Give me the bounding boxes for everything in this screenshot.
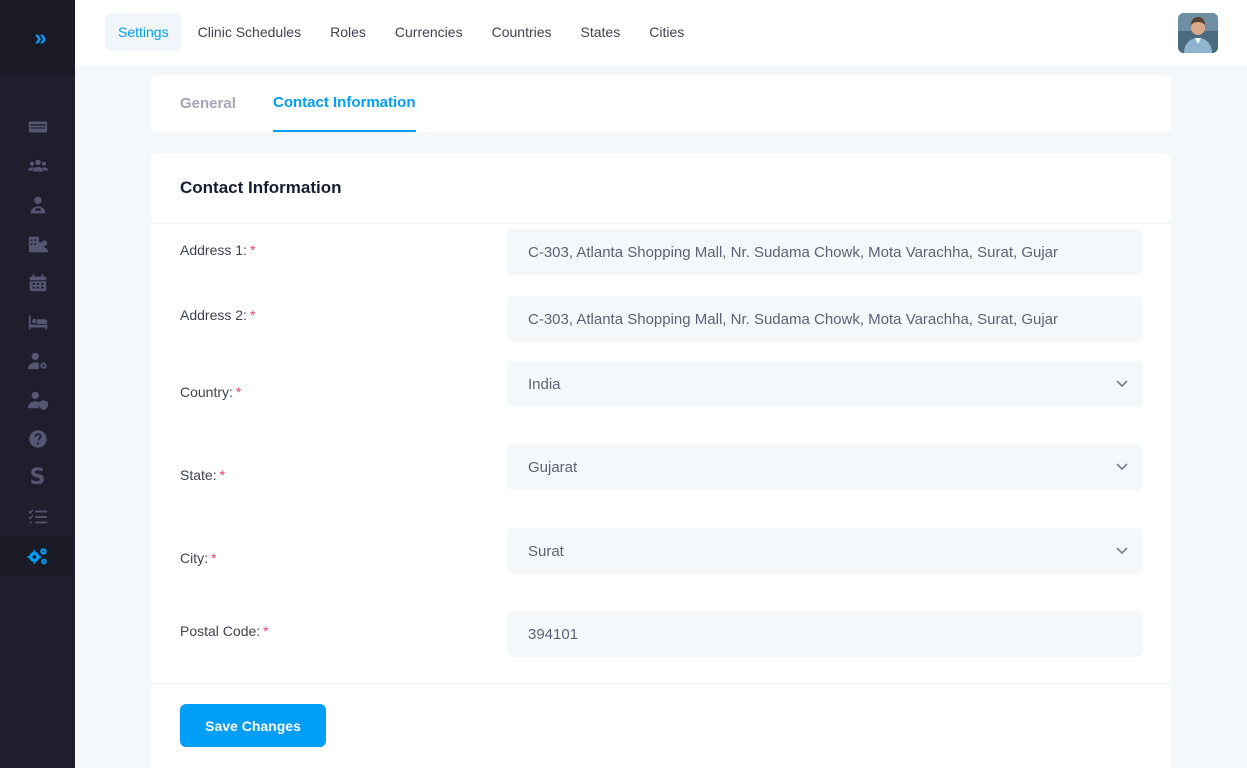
tab-cities[interactable]: Cities [636, 13, 697, 51]
city-select[interactable]: Surat [507, 528, 1143, 574]
sidebar-menu: S [0, 107, 75, 575]
question-circle-icon [28, 429, 47, 448]
save-changes-button[interactable]: Save Changes [180, 704, 326, 747]
tab-countries[interactable]: Countries [479, 13, 565, 51]
sidebar-item-subscriptions[interactable]: S [0, 458, 75, 497]
subtab-contact-information[interactable]: Contact Information [273, 75, 416, 132]
city-label: City: * [180, 550, 217, 566]
city-select-value: Surat [528, 542, 564, 560]
settings-subnav: General Contact Information [151, 75, 1171, 132]
postal-code-input[interactable]: 394101 [507, 611, 1143, 657]
country-select[interactable]: India [507, 361, 1143, 407]
sidebar-item-id-card[interactable] [0, 107, 75, 146]
state-label: State: * [180, 467, 226, 483]
tab-states[interactable]: States [568, 13, 634, 51]
chevron-down-icon [1115, 459, 1129, 473]
sidebar-item-hospital[interactable] [0, 224, 75, 263]
chevron-down-icon [1115, 376, 1129, 390]
bed-icon [28, 315, 47, 329]
chevron-down-icon [1115, 543, 1129, 557]
hospital-icon [28, 236, 48, 252]
tab-currencies[interactable]: Currencies [382, 13, 476, 51]
required-asterisk: * [235, 384, 242, 400]
address1-input[interactable]: C-303, Atlanta Shopping Mall, Nr. Sudama… [507, 229, 1143, 275]
sidebar-item-help[interactable] [0, 419, 75, 458]
card-footer: Save Changes [151, 683, 1171, 768]
sidebar-item-beds[interactable] [0, 302, 75, 341]
card-header: Contact Information [151, 153, 1171, 224]
state-select-value: Gujarat [528, 458, 578, 476]
card-title: Contact Information [180, 178, 342, 197]
user-photo-icon [1178, 13, 1218, 53]
cogs-icon [26, 547, 47, 564]
tab-settings[interactable]: Settings [105, 13, 182, 51]
id-card-icon [28, 121, 47, 132]
state-select[interactable]: Gujarat [507, 444, 1143, 490]
sidebar-item-users[interactable] [0, 146, 75, 185]
address2-input[interactable]: C-303, Atlanta Shopping Mall, Nr. Sudama… [507, 296, 1143, 342]
country-select-value: India [528, 375, 561, 393]
list-check-icon [27, 508, 47, 523]
user-avatar[interactable] [1178, 13, 1218, 53]
user-shield-icon [27, 391, 48, 410]
tab-clinic-schedules[interactable]: Clinic Schedules [185, 13, 315, 51]
calendar-icon [29, 273, 46, 291]
country-label: Country: * [180, 384, 242, 400]
sidebar-item-user-roles[interactable] [0, 380, 75, 419]
users-icon [27, 159, 48, 171]
double-chevron-right-icon: » [34, 24, 47, 50]
doctor-icon [30, 196, 45, 213]
sidebar-item-appointments[interactable] [0, 263, 75, 302]
required-asterisk: * [249, 307, 256, 323]
required-asterisk: * [249, 242, 256, 258]
sidebar: » S [0, 0, 75, 768]
required-asterisk: * [263, 623, 269, 639]
contact-information-card: Contact Information Address 1: * C-303, A… [151, 153, 1171, 768]
address2-label: Address 2: * [180, 307, 256, 323]
user-gear-icon [27, 352, 47, 369]
address1-label: Address 1: * [180, 242, 256, 258]
required-asterisk: * [211, 550, 217, 566]
tab-roles[interactable]: Roles [317, 13, 379, 51]
postal-code-label: Postal Code: * [180, 623, 269, 639]
sidebar-item-checklist[interactable] [0, 497, 75, 536]
settings-tabs: Settings Clinic Schedules Roles Currenci… [105, 13, 700, 51]
sidebar-item-doctors[interactable] [0, 185, 75, 224]
top-header: Settings Clinic Schedules Roles Currenci… [75, 0, 1247, 65]
s-letter-icon: S [29, 465, 46, 490]
sidebar-item-user-settings[interactable] [0, 341, 75, 380]
sidebar-item-settings[interactable] [0, 536, 75, 575]
sidebar-toggle-button[interactable]: » [0, 0, 75, 75]
subtab-general[interactable]: General [180, 75, 236, 132]
required-asterisk: * [219, 467, 226, 483]
